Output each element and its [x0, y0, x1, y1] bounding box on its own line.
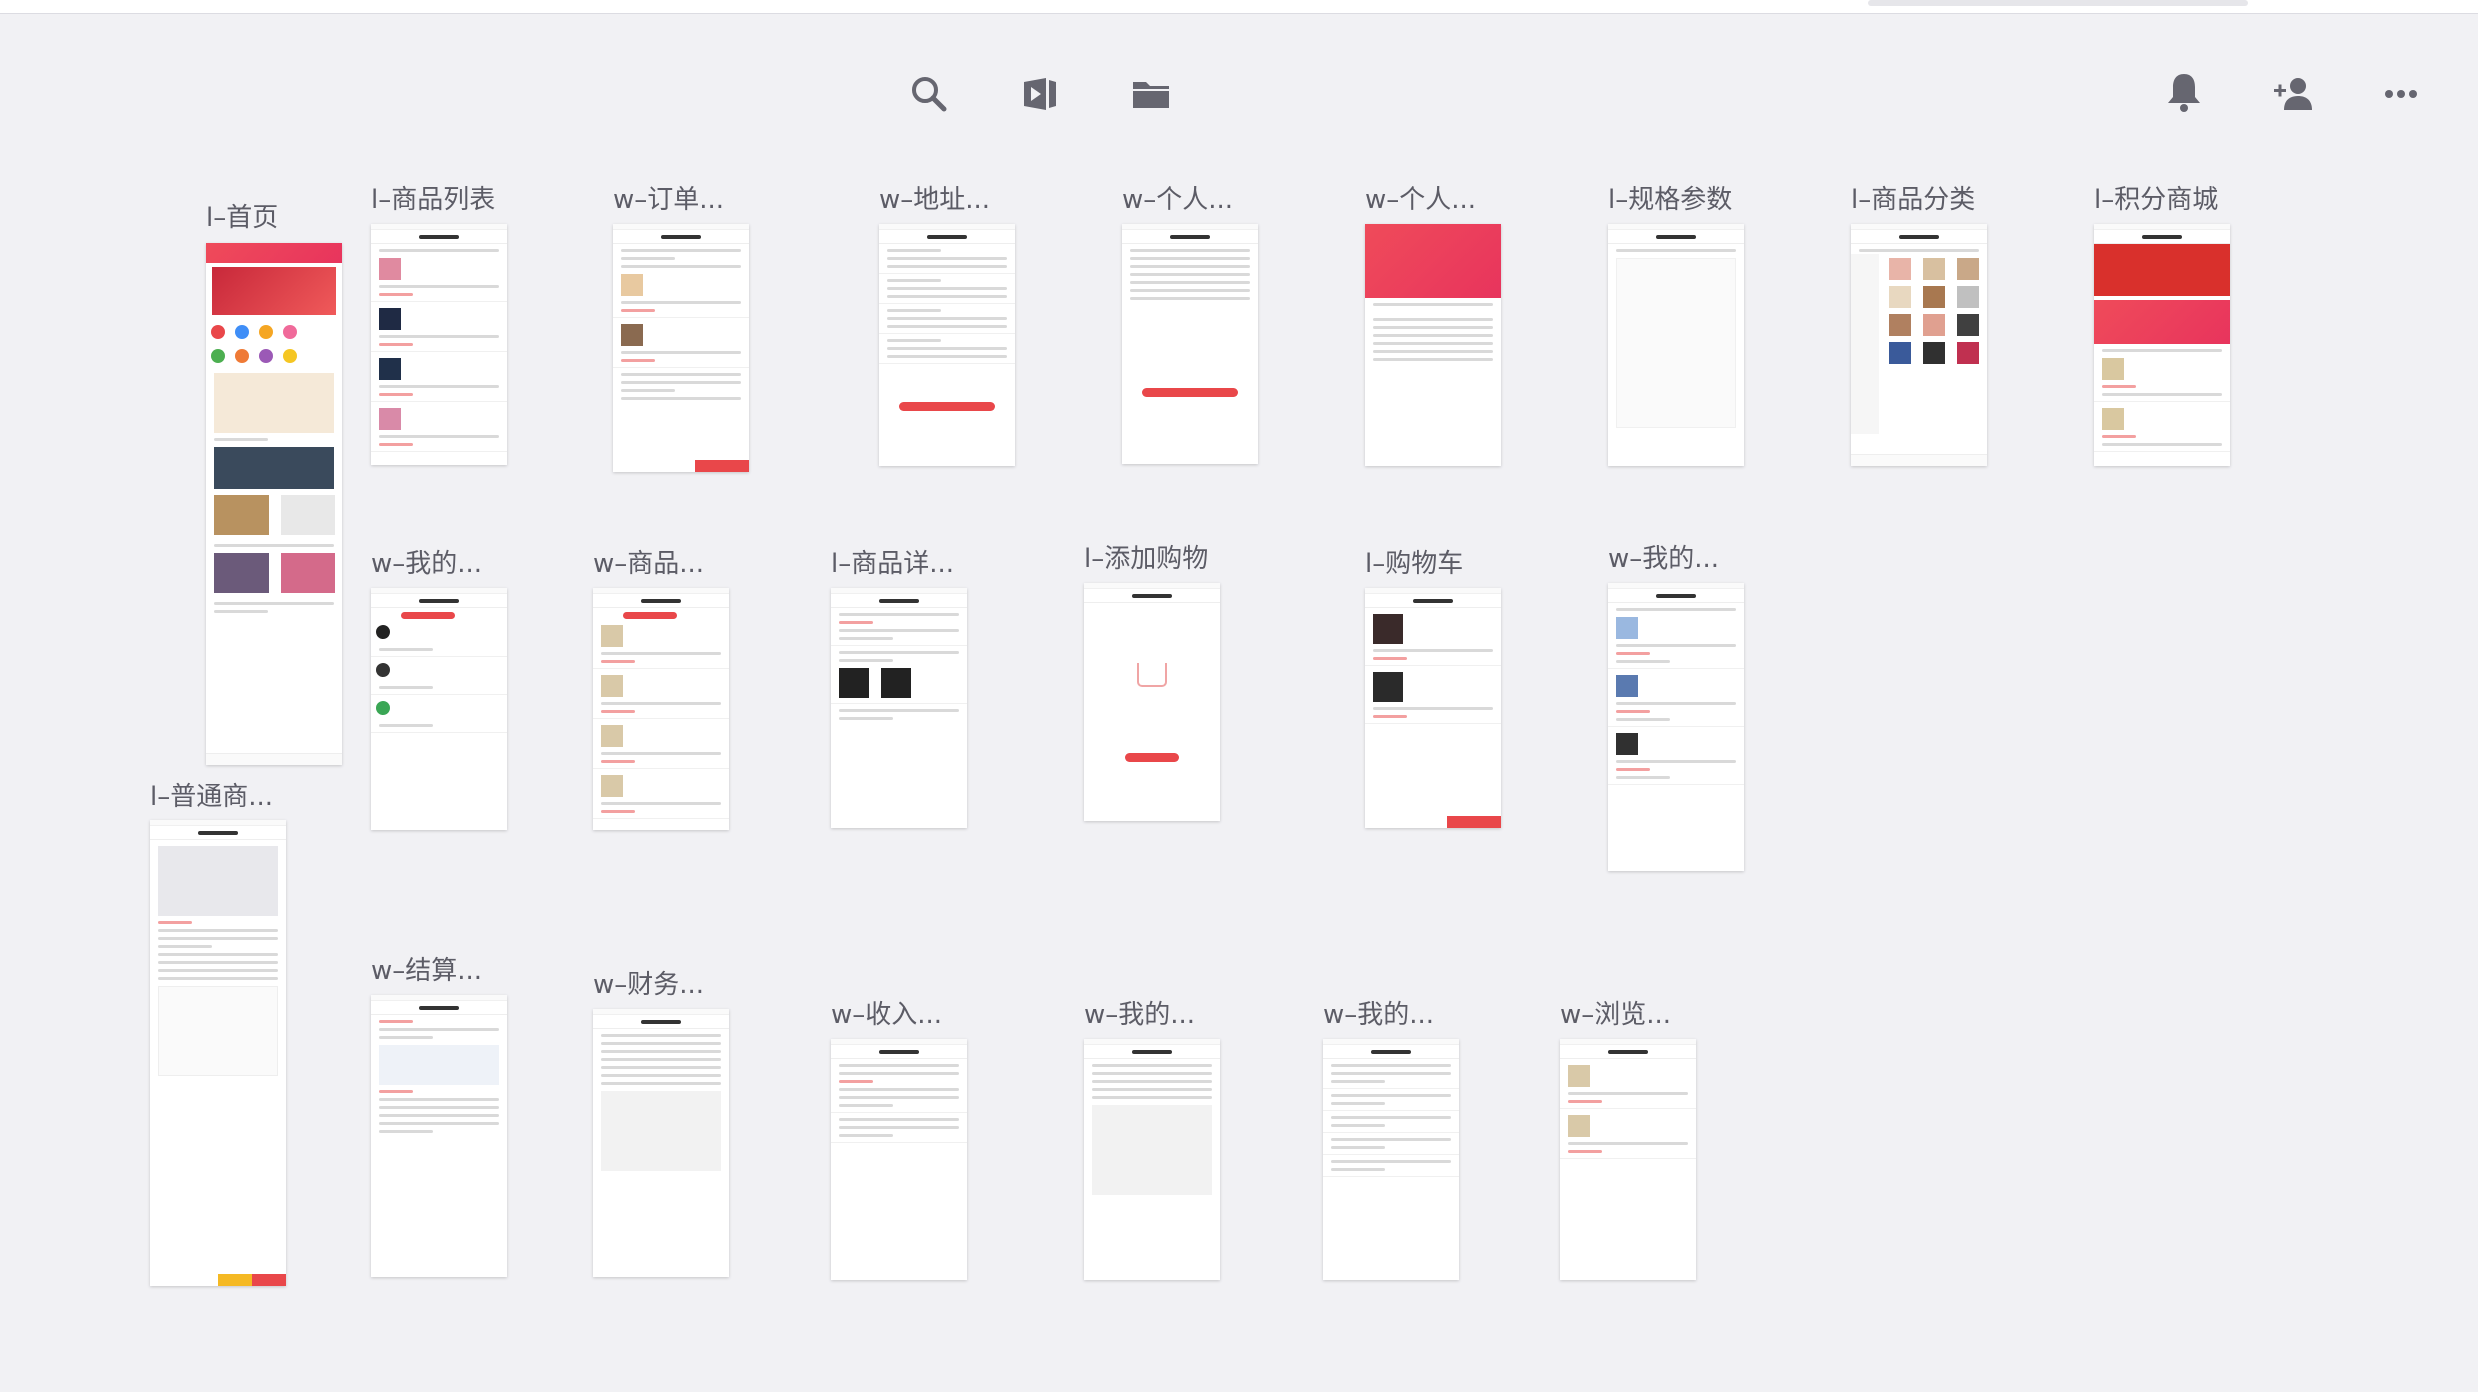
bell-icon[interactable] — [2160, 68, 2208, 116]
frame-title: w–财务... — [593, 970, 705, 1000]
frame-screen[interactable] — [1084, 583, 1220, 821]
frame-title: w–我的... — [371, 549, 483, 579]
frame-screen[interactable] — [879, 224, 1015, 466]
frame-screen[interactable] — [371, 224, 507, 465]
folder-icon[interactable] — [1127, 70, 1175, 118]
frame-title: w–我的... — [1608, 544, 1720, 574]
frame-title: l–商品列表 — [371, 185, 496, 215]
frame-screen[interactable] — [593, 588, 729, 830]
frame-screen[interactable] — [831, 588, 967, 828]
frame-title: w–收入... — [831, 1000, 943, 1030]
cart-icon — [1137, 663, 1167, 687]
frame-screen[interactable] — [371, 588, 507, 830]
frame-screen[interactable] — [831, 1039, 967, 1280]
frame-title: w–商品... — [593, 549, 705, 579]
frame-title: w–浏览... — [1560, 1000, 1672, 1030]
frame-screen[interactable] — [1365, 224, 1501, 466]
frame-title: w–我的... — [1323, 1000, 1435, 1030]
frame-screen[interactable] — [1365, 588, 1501, 828]
frame-screen[interactable] — [1608, 224, 1744, 466]
more-icon[interactable] — [2377, 70, 2425, 118]
frame-title: w–我的... — [1084, 1000, 1196, 1030]
frame-title: l–普通商... — [150, 782, 274, 812]
frame-title: w–结算... — [371, 956, 483, 986]
frame-screen[interactable] — [206, 243, 342, 765]
frame-title: l–规格参数 — [1608, 185, 1733, 215]
frame-screen[interactable] — [613, 224, 749, 472]
frame-title: l–商品分类 — [1851, 185, 1976, 215]
frame-title: w–个人... — [1122, 185, 1234, 215]
frame-screen[interactable] — [371, 995, 507, 1277]
frame-screen[interactable] — [1084, 1039, 1220, 1280]
frame-title: w–订单... — [613, 185, 725, 215]
frame-screen[interactable] — [593, 1009, 729, 1277]
frame-title: w–个人... — [1365, 185, 1477, 215]
frame-title: l–积分商城 — [2094, 185, 2219, 215]
frame-screen[interactable] — [1560, 1039, 1696, 1280]
loading-indicator — [1868, 0, 2248, 6]
top-bar — [0, 0, 2478, 14]
frame-screen[interactable] — [1608, 583, 1744, 871]
frame-title: l–首页 — [206, 203, 279, 233]
frame-title: l–购物车 — [1365, 549, 1464, 579]
frame-screen[interactable] — [2094, 224, 2230, 466]
preview-play-icon[interactable] — [1016, 70, 1064, 118]
frame-screen[interactable] — [1323, 1039, 1459, 1280]
add-user-icon[interactable] — [2270, 70, 2318, 118]
frame-screen[interactable] — [1851, 224, 1987, 466]
frame-screen[interactable] — [150, 820, 286, 1286]
frame-title: w–地址... — [879, 185, 991, 215]
search-icon[interactable] — [905, 70, 953, 118]
frame-title: l–商品详... — [831, 549, 955, 579]
frame-title: l–添加购物 — [1084, 544, 1209, 574]
frame-screen[interactable] — [1122, 224, 1258, 464]
